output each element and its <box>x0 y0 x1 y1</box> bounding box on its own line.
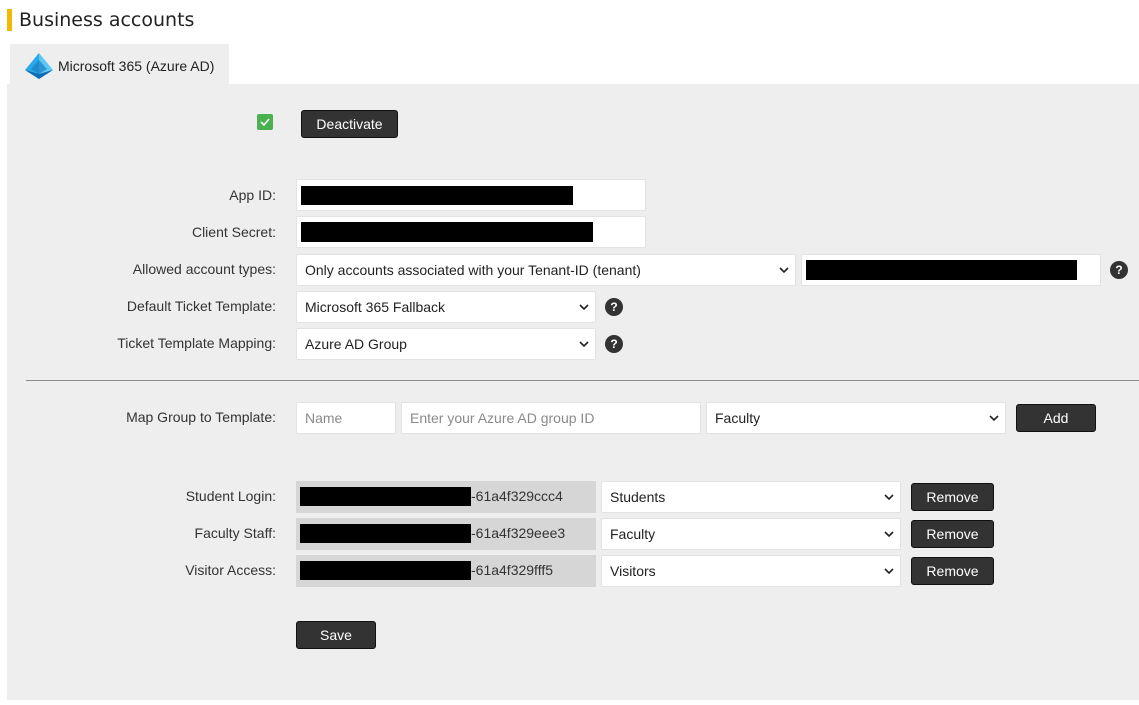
help-icon[interactable]: ? <box>605 298 623 316</box>
mapping-row-label: Faculty Staff: <box>194 525 276 541</box>
row-template-value: Visitors <box>610 563 656 579</box>
tab-microsoft-365[interactable]: Microsoft 365 (Azure AD) <box>10 44 229 85</box>
group-id-suffix: -61a4f329eee3 <box>471 525 566 541</box>
allowed-types-value: Only accounts associated with your Tenan… <box>305 262 641 278</box>
redaction-box <box>806 260 1077 280</box>
active-checkbox[interactable] <box>257 114 273 130</box>
chevron-down-icon <box>779 267 789 274</box>
chevron-down-icon <box>884 531 894 538</box>
group-id-suffix: -61a4f329ccc4 <box>471 488 563 504</box>
chevron-down-icon <box>579 304 589 311</box>
tenant-id-input[interactable] <box>801 254 1101 286</box>
add-mapping-button[interactable]: Add <box>1016 404 1096 432</box>
group-id-suffix: -61a4f329fff5 <box>471 562 554 578</box>
client-secret-label: Client Secret: <box>191 224 276 240</box>
allowed-types-select[interactable]: Only accounts associated with your Tenan… <box>296 254 796 286</box>
mapping-label: Ticket Template Mapping: <box>117 335 276 351</box>
client-secret-input[interactable] <box>296 216 646 248</box>
remove-mapping-button[interactable]: Remove <box>911 483 994 511</box>
default-template-label: Default Ticket Template: <box>126 298 276 314</box>
mapping-row-label: Visitor Access: <box>185 562 276 578</box>
row-template-value: Students <box>610 489 666 505</box>
row-template-value: Faculty <box>610 526 656 542</box>
mapping-select[interactable]: Azure AD Group <box>296 328 596 360</box>
azure-ad-icon <box>24 52 54 80</box>
chevron-down-icon <box>884 568 894 575</box>
mapping-row-label: Student Login: <box>185 488 276 504</box>
help-icon[interactable]: ? <box>1110 261 1128 279</box>
mapping-value: Azure AD Group <box>305 336 407 352</box>
save-button[interactable]: Save <box>296 621 376 649</box>
chevron-down-icon <box>579 341 589 348</box>
remove-mapping-button[interactable]: Remove <box>911 520 994 548</box>
deactivate-button[interactable]: Deactivate <box>301 110 398 138</box>
help-icon[interactable]: ? <box>605 335 623 353</box>
row-template-select[interactable]: Students <box>601 481 901 513</box>
group-id-display: -61a4f329eee3 <box>296 518 596 550</box>
default-template-select[interactable]: Microsoft 365 Fallback <box>296 291 596 323</box>
group-id-input[interactable] <box>401 402 701 434</box>
redaction-box <box>301 222 593 242</box>
row-template-select[interactable]: Visitors <box>601 555 901 587</box>
group-name-input[interactable] <box>296 402 396 434</box>
title-accent-bar <box>7 9 12 31</box>
redaction-box <box>300 524 471 543</box>
app-id-input[interactable] <box>296 179 646 211</box>
row-template-select[interactable]: Faculty <box>601 518 901 550</box>
allowed-types-label: Allowed account types: <box>132 261 276 277</box>
group-id-display: -61a4f329ccc4 <box>296 481 596 513</box>
chevron-down-icon <box>884 494 894 501</box>
section-divider <box>26 380 1139 381</box>
group-template-select[interactable]: Faculty <box>706 402 1006 434</box>
group-template-value: Faculty <box>715 410 761 426</box>
default-template-value: Microsoft 365 Fallback <box>305 299 446 315</box>
redaction-box <box>300 487 471 506</box>
map-group-label: Map Group to Template: <box>126 409 276 425</box>
group-id-display: -61a4f329fff5 <box>296 555 596 587</box>
page-title: Business accounts <box>19 9 195 31</box>
settings-panel <box>7 84 1139 700</box>
remove-mapping-button[interactable]: Remove <box>911 557 994 585</box>
tab-label: Microsoft 365 (Azure AD) <box>58 58 215 74</box>
redaction-box <box>300 561 471 580</box>
app-id-label: App ID: <box>229 187 276 203</box>
redaction-box <box>301 186 573 205</box>
chevron-down-icon <box>989 415 999 422</box>
